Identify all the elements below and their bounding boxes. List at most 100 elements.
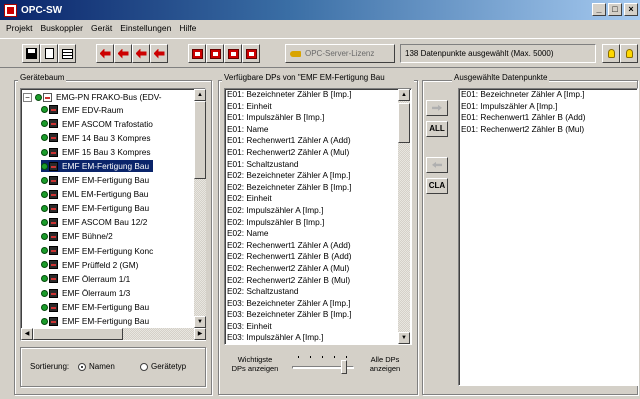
- device-button-4[interactable]: [242, 44, 260, 63]
- available-dp-item[interactable]: E02: Impulszähler B [Imp.]: [225, 217, 411, 229]
- window-title: OPC-SW: [21, 4, 63, 16]
- device-button-3[interactable]: [224, 44, 242, 63]
- available-dps-list[interactable]: E01: Bezeichneter Zähler B [Imp.] E01: Ei…: [224, 88, 412, 345]
- device-node-icon: [41, 189, 59, 199]
- scroll-thumb[interactable]: [398, 103, 410, 143]
- hint-button-1[interactable]: [602, 44, 620, 63]
- available-dp-item[interactable]: E02: Impulszähler A [Imp.]: [225, 205, 411, 217]
- menu-buskoppler[interactable]: Buskoppler: [38, 23, 89, 33]
- opc-license-button[interactable]: OPC-Server-Lizenz: [285, 44, 395, 63]
- close-button[interactable]: ×: [624, 3, 638, 16]
- available-dp-item[interactable]: E02: Rechenwert2 Zähler B (Mul): [225, 275, 411, 287]
- available-dp-item[interactable]: E03: Einheit: [225, 321, 411, 333]
- tree-item[interactable]: EMF EDV-Raum: [41, 104, 127, 117]
- scroll-up-icon[interactable]: ▲: [398, 89, 410, 101]
- available-dp-item[interactable]: E01: Rechenwert2 Zähler A (Mul): [225, 147, 411, 159]
- tree-item[interactable]: EMF EM-Fertigung Bau: [41, 159, 154, 173]
- available-dp-item[interactable]: E02: Bezeichneter Zähler B [Imp.]: [225, 182, 411, 194]
- available-dp-item[interactable]: E02: Rechenwert1 Zähler A (Add): [225, 240, 411, 252]
- tree-root[interactable]: − EMG-PN FRAKO-Bus (EDV-: [23, 91, 162, 104]
- menu-bar: Projekt Buskoppler Gerät Einstellungen H…: [0, 20, 640, 36]
- tree-item[interactable]: EMF Ölerraum 1/1: [41, 273, 134, 286]
- available-dp-item[interactable]: E02: Rechenwert2 Zähler A (Mul): [225, 263, 411, 275]
- sort-by-name-radio[interactable]: Namen: [78, 362, 115, 371]
- tree-item[interactable]: EMF EM-Fertigung Bau: [41, 174, 153, 187]
- hscroll-thumb[interactable]: [33, 328, 123, 340]
- scroll-up-icon[interactable]: ▲: [194, 89, 206, 101]
- transfer-button-4[interactable]: [150, 44, 168, 63]
- available-dp-item[interactable]: E02: Schaltzustand: [225, 286, 411, 298]
- transfer-button-3[interactable]: [132, 44, 150, 63]
- device-node-icon: [41, 161, 59, 171]
- available-dp-item[interactable]: E03: Bezeichneter Zähler A [Imp.]: [225, 298, 411, 310]
- scroll-thumb[interactable]: [194, 101, 206, 179]
- save-icon: [25, 48, 37, 59]
- datapoint-status: 138 Datenpunkte ausgewählt (Max. 5000): [400, 44, 596, 63]
- device-button-1[interactable]: [188, 44, 206, 63]
- new-document-button[interactable]: [40, 44, 58, 63]
- tree-item[interactable]: EMF EM-Fertigung Bau: [41, 301, 153, 314]
- device-tree-hscrollbar[interactable]: ◀ ▶: [21, 328, 206, 340]
- scroll-right-icon[interactable]: ▶: [194, 328, 206, 340]
- available-dp-item[interactable]: E01: Name: [225, 124, 411, 136]
- device-node-icon: [41, 105, 59, 115]
- available-dp-item[interactable]: E01: Impulszähler B [Imp.]: [225, 112, 411, 124]
- tree-item[interactable]: EMF EM-Fertigung Konc: [41, 245, 157, 258]
- scroll-down-icon[interactable]: ▼: [194, 316, 206, 328]
- dp-filter-slider-thumb[interactable]: [341, 360, 347, 374]
- hint-button-2[interactable]: [620, 44, 638, 63]
- menu-hilfe[interactable]: Hilfe: [177, 23, 202, 33]
- minimize-button[interactable]: _: [592, 3, 606, 16]
- available-dp-item[interactable]: E02: Einheit: [225, 193, 411, 205]
- available-dp-item[interactable]: E01: Rechenwert1 Zähler A (Add): [225, 135, 411, 147]
- tree-item[interactable]: EMF ASCOM Bau 12/2: [41, 216, 151, 229]
- available-dp-item[interactable]: E02: Rechenwert1 Zähler B (Add): [225, 251, 411, 263]
- available-dps-items: E01: Bezeichneter Zähler B [Imp.] E01: Ei…: [225, 89, 411, 344]
- available-dp-item[interactable]: E03: Bezeichneter Zähler B [Imp.]: [225, 309, 411, 321]
- selected-dp-item[interactable]: E01: Rechenwert2 Zähler B (Mul): [459, 124, 637, 136]
- tree-item[interactable]: EMF EM-Fertigung Bau: [41, 202, 153, 215]
- selected-dp-item[interactable]: E01: Impulszähler A [Imp.]: [459, 101, 637, 113]
- maximize-button[interactable]: □: [608, 3, 622, 16]
- menu-einstellungen[interactable]: Einstellungen: [118, 23, 177, 33]
- tree-item-label: EMF 15 Bau 3 Kompres: [62, 146, 151, 157]
- tree-item[interactable]: EMF Ölerraum 1/3: [41, 287, 134, 300]
- transfer-button-2[interactable]: [114, 44, 132, 63]
- slider-tick: [346, 356, 347, 358]
- save-button[interactable]: [22, 44, 40, 63]
- tree-item-label: EMF EDV-Raum: [62, 104, 124, 115]
- device-icon: [227, 48, 239, 59]
- tree-item[interactable]: EML EM-Fertigung Bau: [41, 188, 152, 201]
- tree-item[interactable]: EMF Prüffeld 2 (GM): [41, 259, 142, 272]
- available-dp-item[interactable]: E01: Bezeichneter Zähler B [Imp.]: [225, 89, 411, 101]
- available-dps-scrollbar[interactable]: ▲ ▼: [398, 89, 410, 344]
- selected-dp-item[interactable]: E01: Rechenwert1 Zähler B (Add): [459, 112, 637, 124]
- table-button[interactable]: [58, 44, 76, 63]
- device-tree-scrollbar[interactable]: ▲ ▼: [194, 89, 206, 328]
- lightbulb-icon: [625, 49, 633, 58]
- tree-item[interactable]: EMF Bühne/2: [41, 230, 117, 243]
- tree-item[interactable]: EMF 15 Bau 3 Kompres: [41, 146, 155, 159]
- available-dp-item[interactable]: E01: Einheit: [225, 101, 411, 113]
- sort-by-type-radio[interactable]: Gerätetyp: [140, 362, 186, 371]
- menu-projekt[interactable]: Projekt: [4, 23, 38, 33]
- tree-item-label: EMF Ölerraum 1/3: [62, 287, 131, 298]
- scroll-left-icon[interactable]: ◀: [21, 328, 33, 340]
- available-dp-item[interactable]: E02: Bezeichneter Zähler A [Imp.]: [225, 170, 411, 182]
- transfer-button-1[interactable]: [96, 44, 114, 63]
- device-tree[interactable]: − EMG-PN FRAKO-Bus (EDV- EMF EDV-Raum EMF…: [20, 88, 206, 341]
- available-dp-item[interactable]: E03: Impulszähler A [Imp.]: [225, 332, 411, 344]
- device-button-2[interactable]: [206, 44, 224, 63]
- available-dp-item[interactable]: E02: Name: [225, 228, 411, 240]
- tree-item-label: EML EM-Fertigung Bau: [62, 189, 149, 200]
- selected-dps-list[interactable]: E01: Bezeichneter Zähler A [Imp.] E01: Im…: [458, 88, 638, 386]
- available-dp-item[interactable]: E01: Schaltzustand: [225, 159, 411, 171]
- tree-item[interactable]: EMF ASCOM Trafostatio: [41, 118, 157, 131]
- tree-item[interactable]: EMF EM-Fertigung Bau: [41, 315, 153, 328]
- selected-dp-item[interactable]: E01: Bezeichneter Zähler A [Imp.]: [459, 89, 637, 101]
- arrow-left-icon: [135, 48, 147, 59]
- slider-tick: [334, 356, 335, 358]
- tree-item[interactable]: EMF 14 Bau 3 Kompres: [41, 132, 155, 145]
- menu-geraet[interactable]: Gerät: [89, 23, 118, 33]
- scroll-down-icon[interactable]: ▼: [398, 332, 410, 344]
